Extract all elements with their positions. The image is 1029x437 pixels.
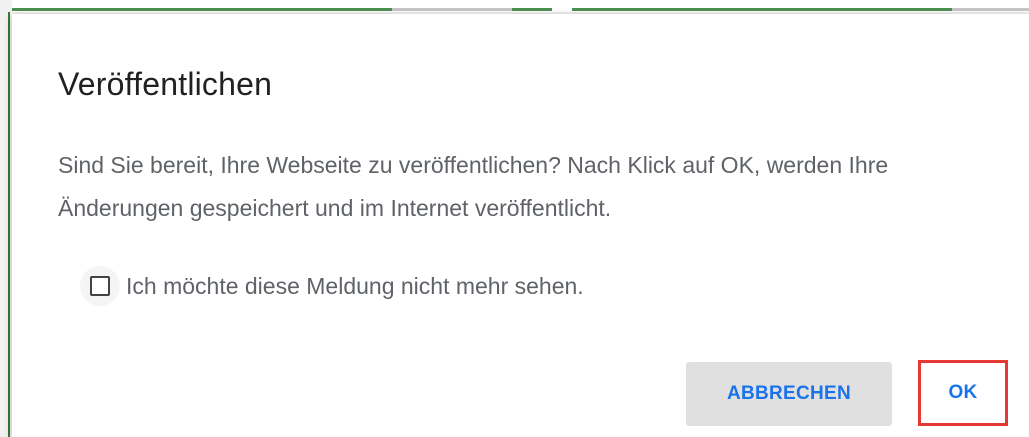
ok-button[interactable]: OK <box>918 360 1008 426</box>
dialog-title: Veröffentlichen <box>58 66 273 102</box>
dont-show-again-row[interactable]: Ich möchte diese Meldung nicht mehr sehe… <box>80 266 584 306</box>
dont-show-again-checkbox[interactable] <box>90 276 110 296</box>
background-divider-line <box>12 8 1029 11</box>
dialog-message: Sind Sie bereit, Ihre Webseite zu veröff… <box>58 152 889 221</box>
publish-dialog: Veröffentlichen Sind Sie bereit, Ihre We… <box>12 14 1029 437</box>
dont-show-again-label[interactable]: Ich möchte diese Meldung nicht mehr sehe… <box>126 273 584 300</box>
checkbox-ripple[interactable] <box>80 266 120 306</box>
page: Veröffentlichen Sind Sie bereit, Ihre We… <box>0 0 1029 437</box>
background-left-edge <box>8 12 10 437</box>
cancel-button[interactable]: ABBRECHEN <box>686 362 892 426</box>
